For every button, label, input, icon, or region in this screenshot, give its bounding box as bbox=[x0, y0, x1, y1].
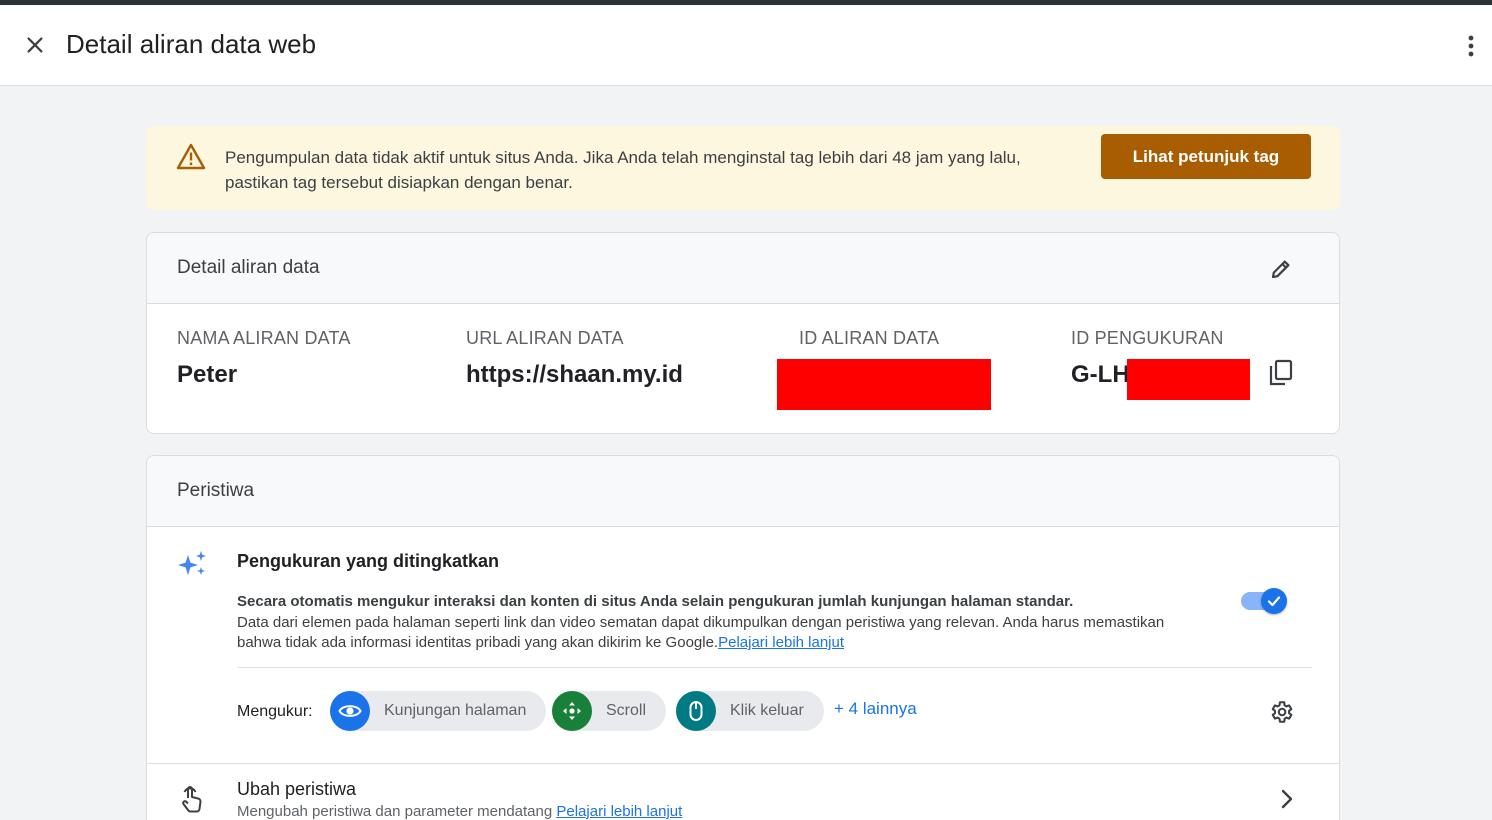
events-header: Peristiwa bbox=[147, 456, 1339, 527]
stream-details-header: Detail aliran data bbox=[147, 233, 1339, 304]
mouse-icon bbox=[676, 691, 716, 731]
enhanced-measurement-summary: Secara otomatis mengukur interaksi dan k… bbox=[237, 593, 1074, 610]
sparkle-icon bbox=[177, 550, 207, 583]
measure-label: Mengukur: bbox=[237, 703, 313, 720]
edit-button[interactable] bbox=[1267, 255, 1295, 283]
redaction-box bbox=[777, 359, 991, 410]
close-button[interactable] bbox=[20, 30, 50, 60]
more-options-button[interactable] bbox=[1458, 31, 1484, 61]
stream-id-field: ID ALIRAN DATA bbox=[799, 328, 940, 348]
events-title: Peristiwa bbox=[177, 480, 255, 501]
redaction-box bbox=[1127, 359, 1250, 400]
modify-learn-more-link[interactable]: Pelajari lebih lanjut bbox=[556, 803, 682, 820]
check-icon bbox=[1267, 596, 1281, 607]
gear-icon bbox=[1271, 701, 1293, 723]
modify-events-subtitle: Mengubah peristiwa dan parameter mendata… bbox=[237, 803, 683, 820]
page-title: Detail aliran data web bbox=[66, 29, 317, 59]
stream-details-title: Detail aliran data bbox=[177, 257, 320, 278]
copy-icon bbox=[1269, 359, 1293, 386]
stream-details-card: Detail aliran data NAMA ALIRAN DATA Pete… bbox=[146, 232, 1340, 434]
warning-message: Pengumpulan data tidak aktif untuk situs… bbox=[225, 148, 1021, 192]
stream-name-field: NAMA ALIRAN DATA Peter bbox=[177, 328, 351, 388]
close-icon bbox=[27, 37, 43, 53]
settings-button[interactable] bbox=[1266, 697, 1296, 727]
section-divider bbox=[237, 667, 1312, 668]
view-tag-instructions-button[interactable]: Lihat petunjuk tag bbox=[1101, 134, 1311, 179]
chip-outbound-clicks[interactable]: Klik keluar bbox=[676, 691, 824, 731]
copy-button[interactable] bbox=[1265, 357, 1297, 389]
enhanced-measurement-toggle[interactable] bbox=[1241, 588, 1287, 614]
enhanced-measurement-title: Pengukuran yang ditingkatkan bbox=[237, 551, 500, 571]
stream-url-field: URL ALIRAN DATA https://shaan.my.id bbox=[466, 328, 683, 388]
chevron-right-icon bbox=[1279, 788, 1295, 815]
modify-events-row[interactable]: Ubah peristiwa Mengubah peristiwa dan pa… bbox=[147, 764, 1339, 820]
eye-icon bbox=[330, 691, 370, 731]
move-arrows-icon bbox=[552, 691, 592, 731]
warning-icon bbox=[176, 143, 206, 176]
events-card: Peristiwa Pengukuran yang ditingkatkan S… bbox=[146, 455, 1340, 820]
warning-banner: Pengumpulan data tidak aktif untuk situs… bbox=[146, 126, 1340, 210]
pencil-icon bbox=[1271, 260, 1290, 279]
chip-scroll[interactable]: Scroll bbox=[552, 691, 667, 731]
modify-events-title: Ubah peristiwa bbox=[237, 779, 357, 799]
enhanced-measurement-description: Data dari elemen pada halaman seperti li… bbox=[237, 614, 1165, 651]
more-events-link[interactable]: + 4 lainnya bbox=[834, 699, 917, 719]
touch-hand-icon bbox=[179, 784, 205, 819]
chip-page-views[interactable]: Kunjungan halaman bbox=[330, 691, 547, 731]
more-vert-icon bbox=[1468, 35, 1474, 57]
learn-more-link[interactable]: Pelajari lebih lanjut bbox=[718, 634, 844, 651]
page-header: Detail aliran data web bbox=[0, 5, 1492, 86]
